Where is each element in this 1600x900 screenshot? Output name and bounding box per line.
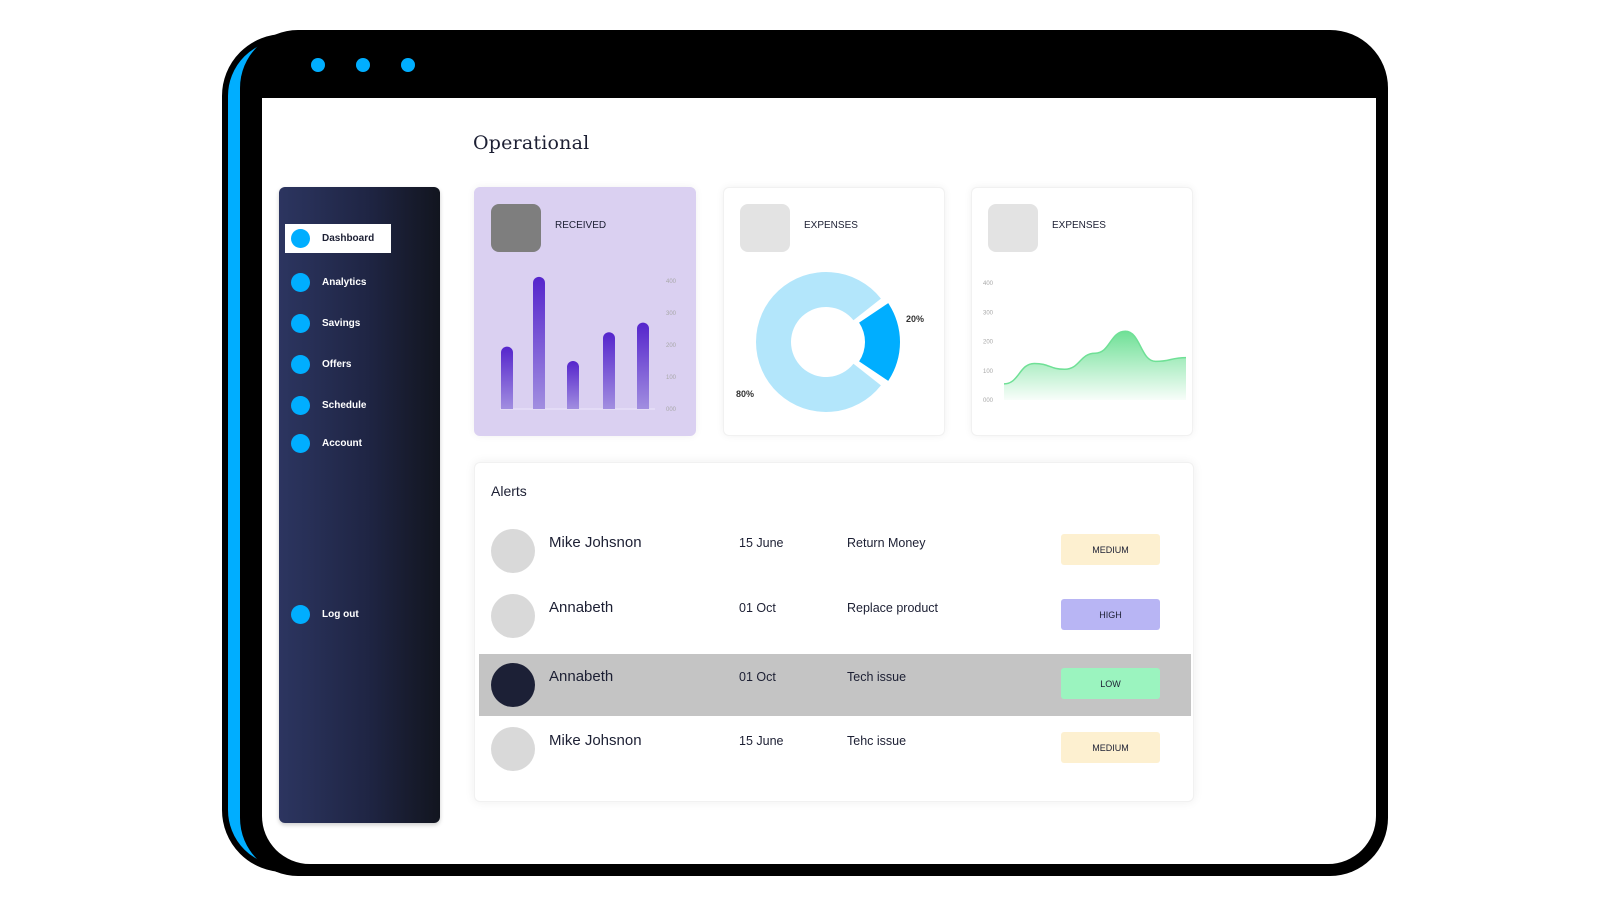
donut-slice-large [756,272,881,413]
y-tick-label: 100 [666,375,677,381]
expenses-area-chart: 000 100 200 300 400 [983,281,1187,404]
bar [637,322,649,409]
alert-row-selected[interactable]: Annabeth 01 Oct Tech issue LOW [479,654,1191,716]
priority-badge: LOW [1061,668,1160,699]
alert-date: 01 Oct [739,670,776,684]
priority-badge: HIGH [1061,599,1160,630]
sidebar-item-label: Account [322,438,362,449]
y-tick-label: 200 [983,340,994,346]
avatar [491,663,535,707]
alert-date: 01 Oct [739,601,776,615]
bar [567,361,579,409]
page-title: Operational [473,132,590,154]
offers-icon [291,355,310,374]
donut-label-80: 80% [736,389,754,399]
sidebar-item-analytics[interactable]: Analytics [285,268,391,297]
alert-name: Mike Johsnon [549,534,642,551]
donut-label-20: 20% [906,314,924,324]
logout-label: Log out [322,609,359,620]
priority-badge: MEDIUM [1061,732,1160,763]
sidebar-item-label: Analytics [322,277,367,288]
donut-slice-small [859,303,900,381]
alert-description: Replace product [847,601,939,615]
alert-date: 15 June [739,734,784,748]
alert-name: Annabeth [549,668,614,685]
window-control-dot[interactable] [356,58,370,72]
y-tick-label: 400 [983,281,994,287]
priority-badge: MEDIUM [1061,534,1160,565]
avatar [491,727,535,771]
area-fill [1004,331,1186,400]
received-card: RECEIVED 000 100 200 300 400 [474,187,696,436]
logout-icon [291,605,310,624]
sidebar-item-label: Savings [322,318,361,329]
alert-name: Annabeth [549,599,614,616]
y-tick-label: 300 [983,310,994,316]
expenses-donut-card: EXPENSES 80% 20% [723,187,945,436]
dashboard-icon [291,229,310,248]
window-control-dot[interactable] [311,58,325,72]
alert-date: 15 June [739,536,784,550]
y-tick-label: 100 [983,369,994,375]
sidebar-item-savings[interactable]: Savings [285,309,391,338]
expenses-area-card: EXPENSES 000 100 200 300 400 [971,187,1193,436]
received-bar-chart: 000 100 200 300 400 [500,276,677,413]
alert-row[interactable]: Mike Johsnon 15 June Tehc issue MEDIUM [479,718,1191,780]
alert-row[interactable]: Mike Johsnon 15 June Return Money MEDIUM [479,520,1191,582]
avatar [491,529,535,573]
schedule-icon [291,396,310,415]
bar [501,346,513,409]
avatar [491,594,535,638]
y-tick-label: 000 [983,398,994,404]
expenses-donut-chart: 80% 20% [736,272,924,413]
y-tick-label: 200 [666,343,677,349]
alerts-panel: Alerts Mike Johsnon 15 June Return Money… [474,462,1194,802]
y-tick-label: 000 [666,407,677,413]
y-tick-label: 300 [666,311,677,317]
alert-description: Tehc issue [847,734,907,748]
sidebar-item-dashboard[interactable]: Dashboard [285,224,391,253]
alert-description: Return Money [847,536,926,550]
logout-button[interactable]: Log out [285,600,391,629]
sidebar-item-label: Dashboard [322,233,375,244]
y-tick-label: 400 [666,279,677,285]
sidebar-item-offers[interactable]: Offers [285,350,391,379]
sidebar-item-account[interactable]: Account [285,429,391,458]
alert-description: Tech issue [847,670,907,684]
sidebar-item-schedule[interactable]: Schedule [285,391,391,420]
sidebar: Dashboard Analytics Savings Offers Sched… [279,187,440,823]
bar [603,332,615,409]
window-control-dot[interactable] [401,58,415,72]
account-icon [291,434,310,453]
alerts-title: Alerts [491,483,527,499]
alert-row[interactable]: Annabeth 01 Oct Replace product HIGH [479,585,1191,647]
sidebar-item-label: Schedule [322,400,367,411]
alert-name: Mike Johsnon [549,732,642,749]
analytics-icon [291,273,310,292]
savings-icon [291,314,310,333]
bar [533,276,545,409]
sidebar-item-label: Offers [322,359,352,370]
